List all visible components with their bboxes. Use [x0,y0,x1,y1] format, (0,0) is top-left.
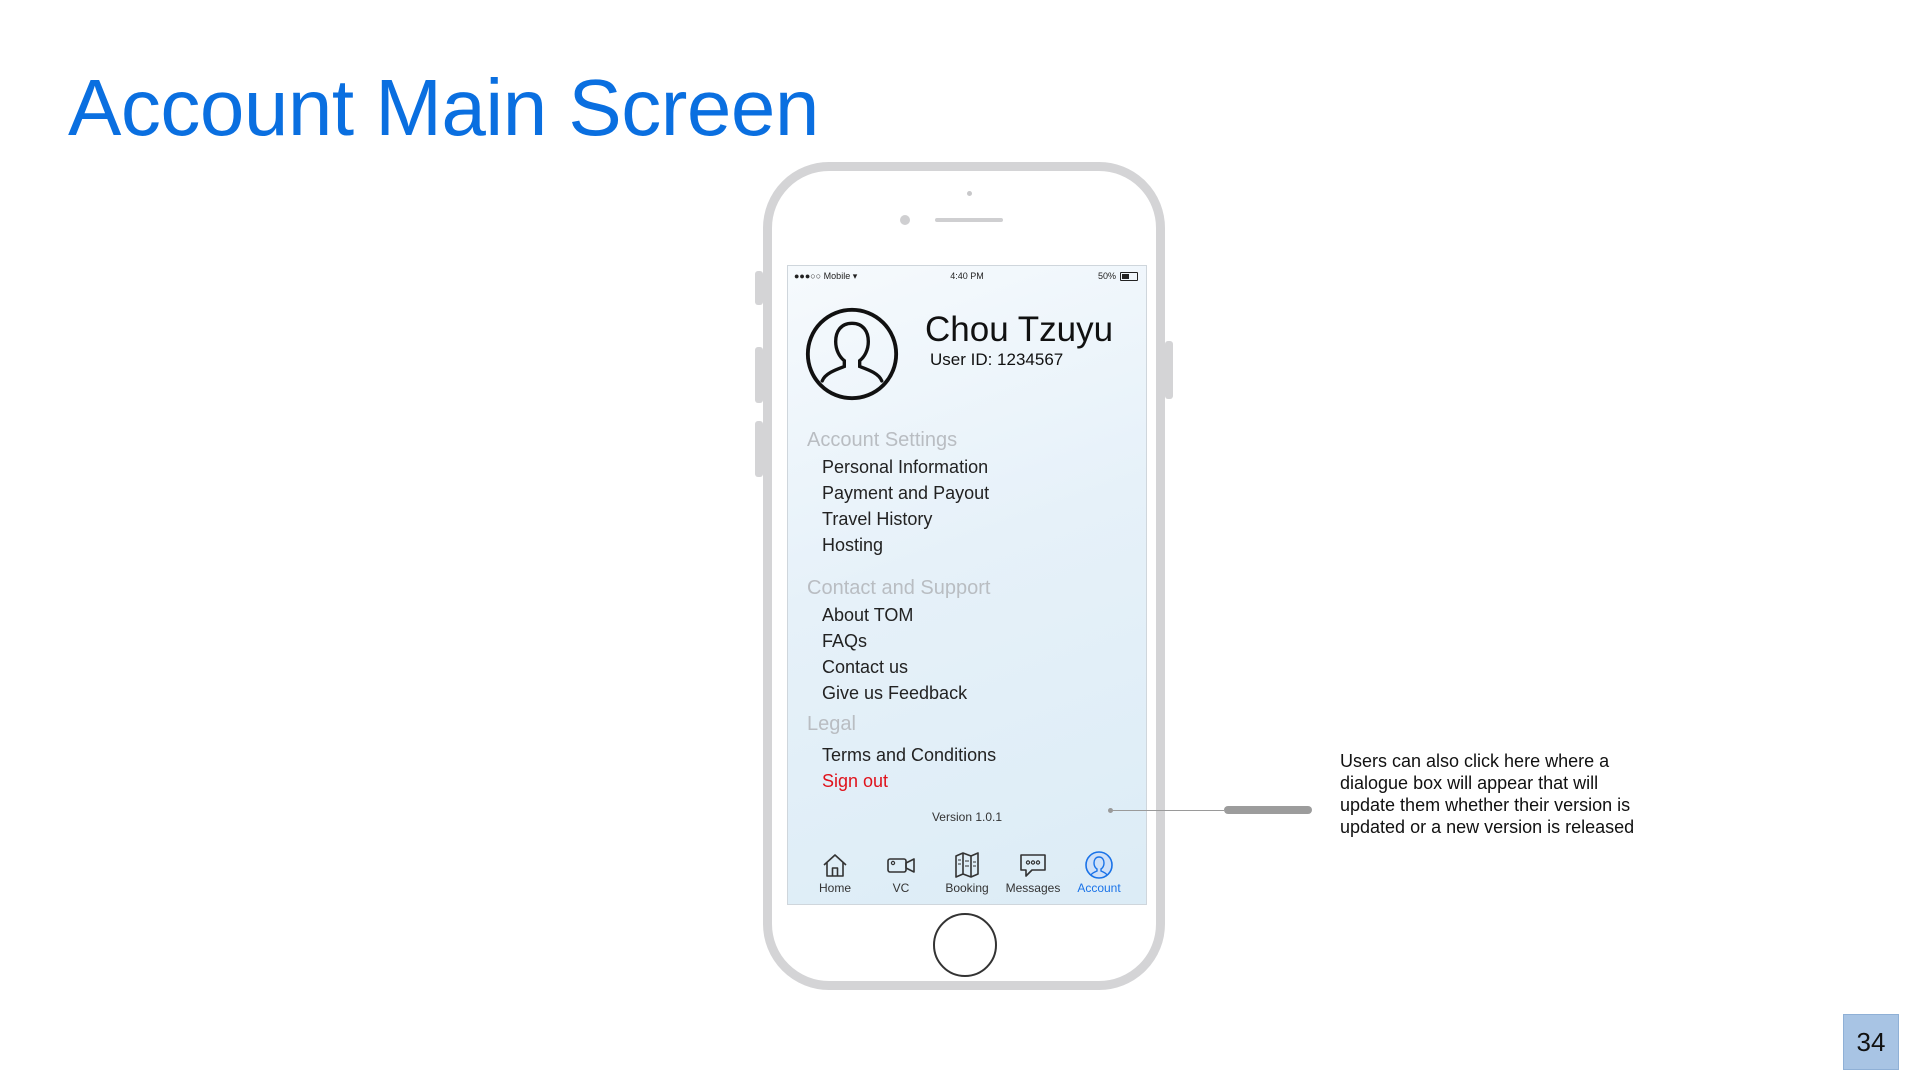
menu-item-faqs[interactable]: FAQs [822,628,1127,654]
home-button[interactable] [933,913,997,977]
page-number: 34 [1843,1014,1899,1070]
version-info[interactable]: Version 1.0.1 [788,810,1146,824]
avatar-icon[interactable] [804,306,900,402]
account-menu: Account Settings Personal Information Pa… [807,426,1127,794]
user-id: User ID: 1234567 [930,350,1064,369]
callout-marker-bar [1224,806,1312,814]
tab-label: Home [818,881,851,895]
earpiece-speaker [935,218,1003,222]
tab-vc[interactable]: VC [869,850,933,895]
phone-screen: ●●●○○ Mobile ▾ 4:40 PM 50% Chou Tzuyu Us… [787,265,1147,905]
tab-label: VC [892,881,910,895]
map-icon [955,852,979,878]
volume-up-button [755,347,763,403]
tab-booking[interactable]: Booking [935,850,999,895]
sign-out-button[interactable]: Sign out [822,768,1127,794]
menu-item-travel-history[interactable]: Travel History [822,506,1127,532]
battery-percent: 50% [1097,271,1116,281]
mute-switch [755,271,763,305]
tab-label: Booking [945,881,989,895]
power-button [1165,341,1173,399]
video-camera-icon [887,858,915,873]
home-icon [823,854,847,877]
user-name: Chou Tzuyu [925,310,1114,349]
tab-messages[interactable]: Messages [1001,850,1065,895]
proximity-sensor [967,191,972,196]
front-camera [900,215,910,225]
status-bar: ●●●○○ Mobile ▾ 4:40 PM 50% [788,266,1146,286]
tab-account[interactable]: Account [1067,850,1131,895]
volume-down-button [755,421,763,477]
menu-item-contact-us[interactable]: Contact us [822,654,1127,680]
menu-item-hosting[interactable]: Hosting [822,532,1127,558]
tab-bar: Home VC Booking Messages Account [788,850,1146,904]
tab-label: Account [1077,881,1121,895]
battery-status: 50% [1098,271,1138,281]
battery-icon [1120,271,1138,281]
menu-item-give-feedback[interactable]: Give us Feedback [822,680,1127,706]
chat-bubble-icon [1020,854,1046,877]
user-icon [1085,851,1113,879]
slide-title: Account Main Screen [68,63,819,152]
tab-label: Messages [1005,881,1061,895]
menu-item-about-tom[interactable]: About TOM [822,602,1127,628]
menu-item-personal-information[interactable]: Personal Information [822,454,1127,480]
status-time: 4:40 PM [950,271,984,281]
slide: Account Main Screen ●●●○○ Mobile ▾ 4:40 … [0,0,1920,1080]
section-title-account-settings: Account Settings [807,429,958,451]
section-title-legal: Legal [807,713,856,735]
menu-item-payment-and-payout[interactable]: Payment and Payout [822,480,1127,506]
phone-mockup: ●●●○○ Mobile ▾ 4:40 PM 50% Chou Tzuyu Us… [755,162,1173,990]
callout-annotation: Users can also click here where a dialog… [1340,751,1635,837]
tab-home[interactable]: Home [803,850,867,895]
menu-item-terms-and-conditions[interactable]: Terms and Conditions [822,742,1127,768]
callout-connector-line [1110,810,1224,811]
section-title-contact-support: Contact and Support [807,577,991,599]
